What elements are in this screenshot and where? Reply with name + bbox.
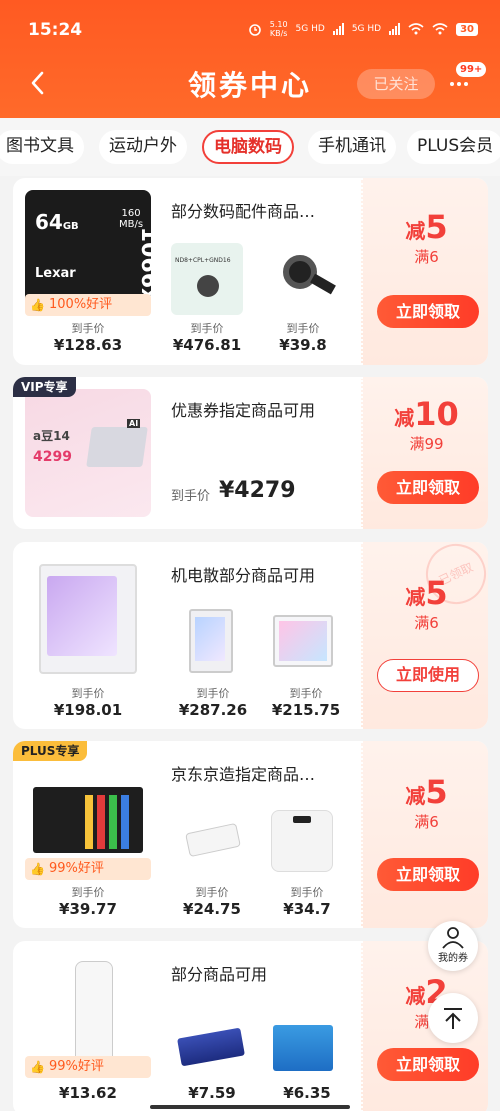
product-thumb-batteries[interactable] bbox=[175, 1011, 247, 1083]
product-price: ¥24.75 bbox=[183, 900, 241, 918]
tab-digital[interactable]: 电脑数码 bbox=[202, 130, 294, 164]
coupon-panel: 已领取 减5 满6 立即使用 bbox=[361, 542, 488, 729]
price-label: 到手价 bbox=[289, 687, 323, 700]
price-label: 到手价 bbox=[71, 687, 105, 700]
battery-icon: 30 bbox=[456, 22, 478, 36]
alarm-icon bbox=[248, 24, 261, 36]
user-icon bbox=[442, 927, 464, 949]
notification-badge: 99+ bbox=[456, 62, 487, 77]
coupon-panel: 减5 满6 立即领取 bbox=[361, 741, 488, 928]
discount-amount: 减5 满6 bbox=[405, 208, 448, 266]
product-price: ¥4279 bbox=[219, 478, 296, 503]
clock: 15:24 bbox=[28, 20, 83, 40]
coupon-card: 64GB 160MB/s Lexar 1066x 100%好评 部分数码配件商品… bbox=[13, 178, 488, 365]
product-price: ¥215.75 bbox=[271, 701, 341, 719]
tab-mobile[interactable]: 手机通讯 bbox=[308, 130, 396, 164]
tab-outdoor[interactable]: 运动户外 bbox=[99, 130, 187, 164]
price-label: 到手价 bbox=[71, 886, 105, 899]
price-label: 到手价 bbox=[71, 322, 105, 335]
coupon-panel: 减10 满99 立即领取 bbox=[361, 377, 488, 529]
tab-stationery[interactable]: 图书文具 bbox=[0, 130, 84, 164]
product-thumb-batteries[interactable] bbox=[267, 1011, 339, 1083]
system-icons: 5.10 KB/s 5G HD 5G HD 30 bbox=[248, 20, 478, 38]
signal-label-1: 5G HD bbox=[295, 24, 325, 34]
product-price: ¥13.62 bbox=[59, 1084, 117, 1102]
coupon-title: 部分商品可用 bbox=[171, 965, 268, 984]
arrow-up-icon bbox=[444, 1008, 462, 1029]
discount-amount: 减10 满99 bbox=[394, 395, 459, 453]
product-price: ¥198.01 bbox=[53, 701, 123, 719]
product-thumb-pc-case[interactable] bbox=[267, 605, 339, 677]
product-thumb-power-strip[interactable] bbox=[175, 806, 247, 878]
price-label: 到手价 bbox=[286, 322, 320, 335]
signal-icon-2 bbox=[389, 23, 401, 35]
product-thumb-pc-case[interactable] bbox=[175, 605, 247, 677]
net-speed: 5.10 KB/s bbox=[269, 20, 288, 38]
wifi-icon bbox=[408, 23, 424, 35]
product-price: ¥39.8 bbox=[279, 336, 327, 354]
product-price: ¥287.26 bbox=[178, 701, 248, 719]
coupon-title: 京东京造指定商品… bbox=[171, 765, 316, 784]
claim-coupon-button[interactable]: 立即领取 bbox=[377, 295, 479, 328]
product-price: ¥39.77 bbox=[59, 900, 117, 918]
good-rate-badge: 99%好评 bbox=[25, 858, 151, 880]
coupon-card: a豆14 4299 AI VIP专享 优惠券指定商品可用 到手价 ¥4279 减… bbox=[13, 377, 488, 529]
price-label: 到手价 bbox=[196, 687, 230, 700]
header: 15:24 5.10 KB/s 5G HD 5G HD 30 领券中心 已关注 9… bbox=[0, 0, 500, 118]
signal-label-2: 5G HD bbox=[351, 24, 382, 34]
status-bar: 15:24 5.10 KB/s 5G HD 5G HD 30 bbox=[0, 0, 500, 58]
product-price: ¥476.81 bbox=[172, 336, 242, 354]
product-thumb-filter[interactable]: ND8+CPL+GND16 bbox=[171, 243, 243, 315]
good-rate-badge: 99%好评 bbox=[25, 1056, 151, 1078]
price-label: 到手价 bbox=[290, 886, 324, 899]
coupon-panel: 减5 满6 立即领取 bbox=[361, 178, 488, 365]
coupon-card: PLUS专享 99%好评 京东京造指定商品… 到手价 ¥39.77 到手价 ¥2… bbox=[13, 741, 488, 928]
my-coupons-label: 我的券 bbox=[438, 953, 468, 964]
product-thumb-lens-clip[interactable] bbox=[267, 243, 339, 315]
product-thumb-scale[interactable] bbox=[267, 806, 339, 878]
product-image-pc-case[interactable] bbox=[25, 556, 151, 682]
coupon-title: 优惠券指定商品可用 bbox=[171, 401, 316, 420]
use-coupon-button[interactable]: 立即使用 bbox=[377, 659, 479, 692]
back-to-top-button[interactable] bbox=[428, 993, 478, 1043]
my-coupons-button[interactable]: 我的券 bbox=[428, 921, 478, 971]
follow-button[interactable]: 已关注 bbox=[357, 69, 435, 99]
product-price: ¥128.63 bbox=[53, 336, 123, 354]
good-rate-badge: 100%好评 bbox=[25, 294, 151, 316]
category-tabs: 图书文具 运动户外 电脑数码 手机通讯 PLUS会员 bbox=[0, 118, 500, 176]
plus-tag: PLUS专享 bbox=[13, 741, 88, 761]
discount-amount: 减5 满6 bbox=[405, 773, 448, 831]
claim-coupon-button[interactable]: 立即领取 bbox=[377, 1048, 479, 1081]
discount-amount: 减5 满6 bbox=[405, 574, 448, 632]
product-image-batteries[interactable] bbox=[25, 781, 151, 861]
home-indicator bbox=[150, 1105, 350, 1109]
vip-tag: VIP专享 bbox=[13, 377, 76, 397]
price-label: 到手价 bbox=[171, 489, 211, 504]
coupon-card: 99%好评 部分商品可用 ¥13.62 ¥7.59 ¥6.35 减2 满9 立即… bbox=[13, 941, 488, 1111]
price-label: 到手价 bbox=[190, 322, 224, 335]
tab-plus[interactable]: PLUS会员 bbox=[407, 130, 500, 164]
claim-coupon-button[interactable]: 立即领取 bbox=[377, 471, 479, 504]
product-image-laptop[interactable]: a豆14 4299 AI bbox=[25, 389, 151, 517]
wifi-icon-2 bbox=[432, 23, 448, 35]
coupon-title: 部分数码配件商品… bbox=[171, 202, 316, 221]
coupon-card: 机电散部分商品可用 到手价 ¥198.01 到手价 ¥287.26 到手价 ¥2… bbox=[13, 542, 488, 729]
product-price: ¥7.59 bbox=[188, 1084, 236, 1102]
price-label: 到手价 bbox=[195, 886, 229, 899]
claim-coupon-button[interactable]: 立即领取 bbox=[377, 858, 479, 891]
coupon-title: 机电散部分商品可用 bbox=[171, 566, 316, 585]
signal-icon bbox=[332, 23, 344, 35]
product-price: ¥6.35 bbox=[283, 1084, 331, 1102]
product-price: ¥34.7 bbox=[283, 900, 331, 918]
